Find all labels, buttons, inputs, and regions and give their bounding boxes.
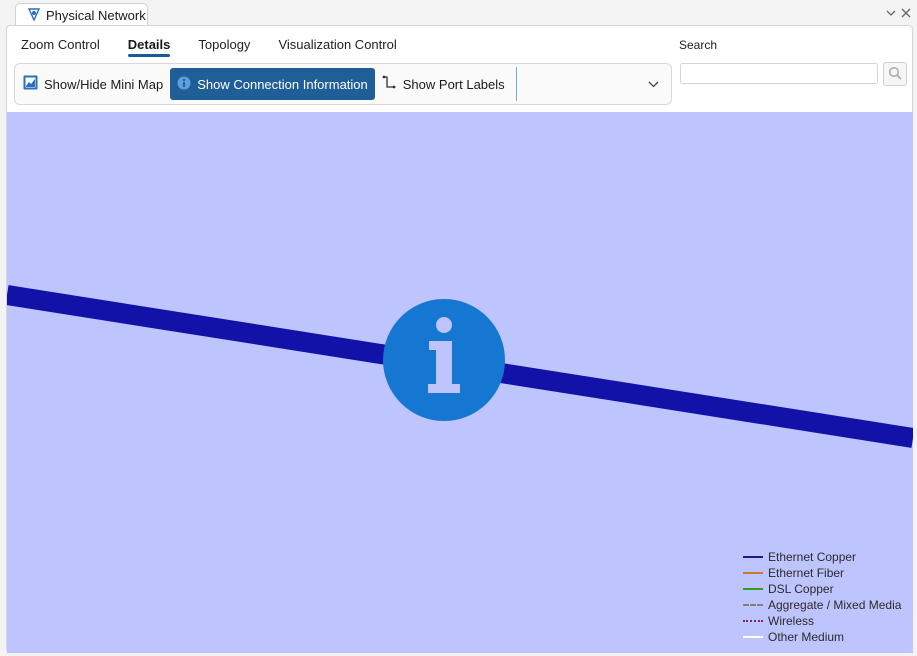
tab-details[interactable]: Details [127, 37, 170, 57]
show-hide-minimap-button[interactable]: Show/Hide Mini Map [16, 68, 170, 100]
toolbar-dropdown[interactable] [517, 67, 671, 101]
legend-line-aggregate [743, 604, 763, 606]
network-app-icon [27, 7, 41, 24]
chevron-down-icon [648, 78, 659, 93]
legend-line-ethernet-fiber [743, 572, 763, 574]
legend-label: Ethernet Copper [768, 550, 857, 564]
tab-visualization-control[interactable]: Visualization Control [278, 37, 396, 56]
tab-zoom-control[interactable]: Zoom Control [21, 37, 100, 56]
legend-label: DSL Copper [768, 582, 834, 596]
legend-line-wireless [743, 620, 763, 622]
details-toolbar: Show/Hide Mini Map Show Connection Infor… [14, 63, 672, 105]
legend-line-other-medium [743, 636, 763, 638]
legend-item: Aggregate / Mixed Media [743, 597, 901, 613]
legend-label: Wireless [768, 614, 815, 628]
legend-item: Wireless [743, 613, 901, 629]
info-icon [177, 76, 191, 93]
legend-item: DSL Copper [743, 581, 901, 597]
legend-line-dsl-copper [743, 588, 763, 590]
legend-line-ethernet-copper [743, 556, 763, 558]
search-label: Search [679, 38, 718, 52]
network-canvas[interactable]: Ethernet Copper Ethernet Fiber DSL Coppe… [7, 112, 913, 653]
chevron-down-icon[interactable] [884, 6, 898, 20]
port-labels-label: Show Port Labels [402, 76, 505, 92]
ribbon-tabs: Zoom Control Details Topology Visualizat… [21, 37, 425, 57]
tab-topology[interactable]: Topology [198, 37, 250, 56]
minimap-icon [23, 75, 38, 93]
legend-label: Other Medium [768, 630, 845, 644]
legend-item: Ethernet Copper [743, 549, 901, 565]
document-tab-title: Physical Network [46, 7, 146, 23]
minimap-label: Show/Hide Mini Map [44, 76, 164, 92]
search-icon [888, 66, 902, 83]
document-tab[interactable]: Physical Network [15, 3, 148, 26]
legend-label: Ethernet Fiber [768, 566, 845, 580]
legend-item: Ethernet Fiber [743, 565, 901, 581]
show-connection-information-button[interactable]: Show Connection Information [170, 68, 375, 100]
search-button[interactable] [883, 62, 907, 86]
port-label-icon [382, 75, 397, 93]
connection-legend: Ethernet Copper Ethernet Fiber DSL Coppe… [743, 549, 901, 645]
close-icon[interactable] [899, 6, 913, 20]
legend-label: Aggregate / Mixed Media [768, 598, 902, 612]
show-port-labels-button[interactable]: Show Port Labels [375, 68, 512, 100]
connection-info-marker[interactable] [383, 299, 505, 421]
legend-item: Other Medium [743, 629, 901, 645]
connection-info-label: Show Connection Information [197, 76, 368, 92]
search-input[interactable] [680, 63, 878, 84]
